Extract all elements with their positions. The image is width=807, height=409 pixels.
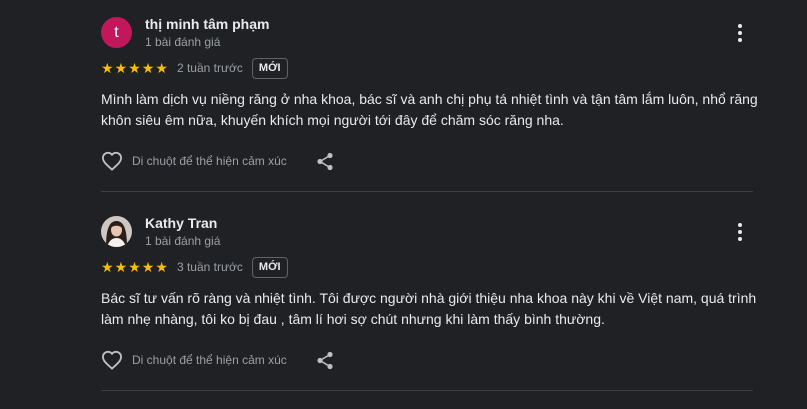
- reviewer-name[interactable]: Kathy Tran: [145, 215, 217, 231]
- react-label: Di chuột để thể hiện cảm xúc: [132, 353, 287, 367]
- review-text: Bác sĩ tư vấn rõ ràng và nhiệt tình. Tôi…: [101, 290, 757, 327]
- review-time: 3 tuần trước: [176, 260, 243, 274]
- star-icon: ★: [155, 59, 168, 76]
- review-text: Mình làm dịch vụ niềng răng ở nha khoa, …: [101, 91, 758, 128]
- new-badge: MỚI: [251, 256, 288, 278]
- reviewer-review-count: 1 bài đánh giá: [145, 234, 221, 248]
- review-meta: ★ ★ ★ ★ ★ 3 tuần trước MỚI: [101, 256, 753, 278]
- review-header: t thị minh tâm phạm 1 bài đánh giá: [101, 15, 753, 51]
- react-button[interactable]: Di chuột để thể hiện cảm xúc: [101, 151, 287, 171]
- more-options-button[interactable]: [732, 21, 748, 45]
- divider: [101, 390, 753, 391]
- more-vertical-icon: [738, 24, 742, 28]
- review-card: t thị minh tâm phạm 1 bài đánh giá ★ ★ ★…: [101, 15, 758, 175]
- share-icon: [317, 351, 333, 370]
- divider: [101, 191, 753, 192]
- star-icon: ★: [128, 258, 141, 275]
- more-options-button[interactable]: [732, 220, 748, 244]
- new-badge: MỚI: [251, 57, 288, 79]
- star-icon: ★: [155, 258, 168, 275]
- review-meta: ★ ★ ★ ★ ★ 2 tuần trước MỚI: [101, 57, 753, 79]
- avatar-photo: [101, 216, 132, 247]
- reviewer-name[interactable]: thị minh tâm phạm: [145, 16, 269, 32]
- share-button[interactable]: [316, 351, 334, 375]
- share-button[interactable]: [316, 152, 334, 176]
- review-header: Kathy Tran 1 bài đánh giá: [101, 214, 753, 250]
- more-vertical-icon-dot: [738, 237, 742, 241]
- star-icon: ★: [101, 258, 114, 275]
- react-label: Di chuột để thể hiện cảm xúc: [132, 154, 287, 168]
- star-icon: ★: [141, 258, 155, 275]
- review-time: 2 tuần trước: [176, 61, 243, 75]
- heart-outline-icon: [101, 350, 123, 370]
- star-icon: ★: [114, 258, 128, 275]
- share-icon: [317, 152, 333, 171]
- more-vertical-icon: [738, 223, 742, 227]
- review-actions: Di chuột để thể hiện cảm xúc: [101, 350, 753, 374]
- star-icon: ★: [128, 59, 141, 76]
- avatar[interactable]: t: [101, 17, 132, 48]
- review-card: Kathy Tran 1 bài đánh giá ★ ★ ★ ★ ★ 3 tu…: [101, 214, 756, 374]
- avatar-letter: t: [114, 23, 119, 41]
- review-actions: Di chuột để thể hiện cảm xúc: [101, 151, 753, 175]
- avatar[interactable]: [101, 216, 132, 247]
- star-icon: ★: [141, 59, 155, 76]
- more-vertical-icon-dot: [738, 230, 742, 234]
- more-vertical-icon-dot: [738, 38, 742, 42]
- star-rating: ★ ★ ★ ★ ★: [101, 59, 169, 76]
- star-rating: ★ ★ ★ ★ ★: [101, 258, 169, 275]
- react-button[interactable]: Di chuột để thể hiện cảm xúc: [101, 350, 287, 370]
- reviewer-review-count: 1 bài đánh giá: [145, 35, 221, 49]
- heart-outline-icon: [101, 151, 123, 171]
- star-icon: ★: [101, 59, 114, 76]
- more-vertical-icon-dot: [738, 31, 742, 35]
- star-icon: ★: [114, 59, 128, 76]
